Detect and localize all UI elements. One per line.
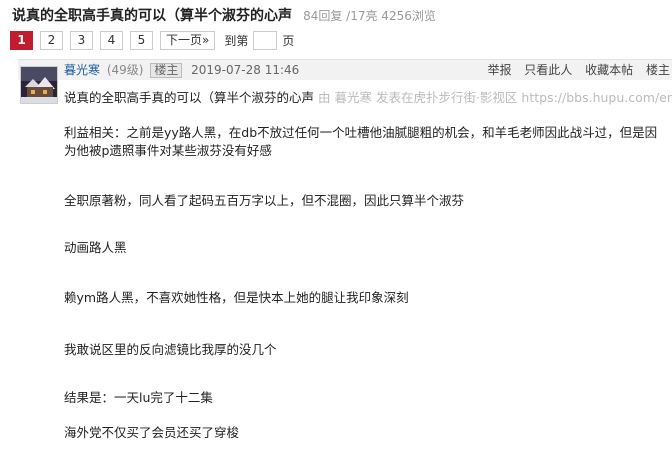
goto-label: 到第: [224, 34, 249, 48]
author-link[interactable]: 暮光寒: [64, 63, 100, 77]
page-4-button[interactable]: 4: [100, 31, 123, 50]
avatar-image: [21, 67, 57, 103]
op-badge: 楼主: [150, 63, 183, 78]
paragraph: 赖ym路人黑，不喜欢她性格，但是快本上她的腿让我印象深刻: [64, 290, 409, 305]
next-page-button[interactable]: 下一页»: [160, 31, 216, 50]
avatar[interactable]: [20, 66, 58, 104]
floor-label: 楼主: [645, 63, 670, 77]
pagination: 1 2 3 4 5 下一页» 到第 页: [10, 31, 294, 50]
paragraph: 利益相关：之前是yy路人黑，在db不放过任何一个吐槽他油腻腿粗的机会，和羊毛老师…: [64, 125, 658, 158]
post-date: 2019-07-28 11:46: [191, 63, 300, 77]
paragraph: 全职原著粉，同人看了起码五百万字以上，但不混圈，因此只算半个淑芬: [64, 193, 465, 208]
author-level: (49级): [106, 63, 144, 77]
report-link[interactable]: 举报: [487, 63, 511, 77]
thread-stats: 84回复 /17亮 4256浏览: [303, 9, 436, 23]
thread-title: 说真的全职高手真的可以（算半个淑芬的心声: [12, 8, 292, 24]
paragraph: 海外党不仅买了会员还买了穿梭: [64, 425, 240, 440]
source-text: 由 暮光寒 发表在虎扑步行街·影视区 https://bbs.hupu.com/…: [318, 90, 672, 105]
page-3-button[interactable]: 3: [70, 31, 93, 50]
post-meta: 暮光寒 (49级) 楼主 2019-07-28 11:46: [64, 61, 299, 78]
paragraph: 动画路人黑: [64, 240, 127, 255]
page-2-button[interactable]: 2: [40, 31, 63, 50]
post-quote-line: 说真的全职高手真的可以（算半个淑芬的心声由 暮光寒 发表在虎扑步行街·影视区 h…: [64, 89, 672, 107]
goto-page-input[interactable]: [253, 31, 278, 50]
only-this-user-link[interactable]: 只看此人: [524, 63, 572, 77]
paragraph: 我敢说区里的反向滤镜比我厚的没几个: [64, 342, 277, 357]
post-actions: 举报 只看此人 收藏本帖 楼主: [478, 61, 670, 78]
thread-header: 说真的全职高手真的可以（算半个淑芬的心声 84回复 /17亮 4256浏览: [12, 5, 436, 25]
quote-title: 说真的全职高手真的可以（算半个淑芬的心声: [64, 90, 315, 105]
page-5-button[interactable]: 5: [130, 31, 153, 50]
page-suffix-label: 页: [282, 34, 295, 48]
paragraph: 结果是：一天lu完了十二集: [64, 390, 213, 405]
favorite-link[interactable]: 收藏本帖: [585, 63, 633, 77]
page-1-button[interactable]: 1: [10, 31, 33, 50]
